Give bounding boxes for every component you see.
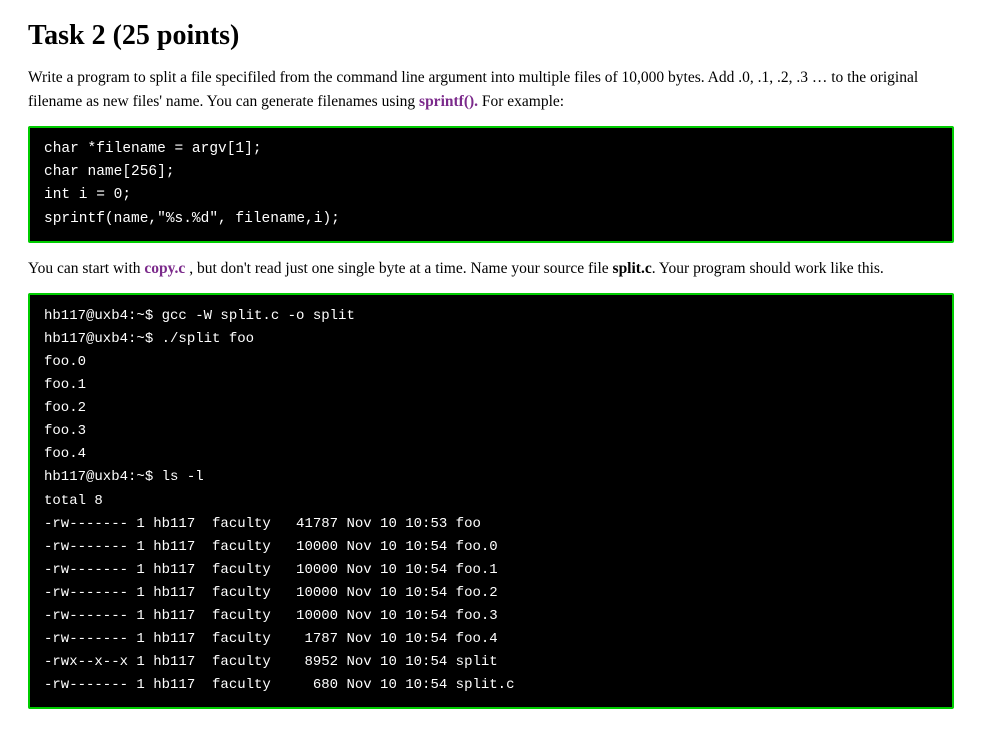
description-text-2: For example: [478,93,564,110]
page-title: Task 2 (25 points) [28,20,954,52]
copy-c-link[interactable]: copy.c [144,260,185,277]
sprintf-link[interactable]: sprintf(). [419,93,478,110]
terminal-output-block: hb117@uxb4:~$ gcc -W split.c -o split hb… [28,293,954,710]
description-paragraph-2: You can start with copy.c , but don't re… [28,257,954,281]
description-paragraph-1: Write a program to split a file specifil… [28,66,954,114]
description-text-5: . Your program should work like this. [652,260,884,277]
code-example-block: char *filename = argv[1]; char name[256]… [28,126,954,243]
description-text-3: You can start with [28,260,144,277]
split-c-bold: split.c [613,260,652,277]
description-text-4: , but don't read just one single byte at… [185,260,612,277]
